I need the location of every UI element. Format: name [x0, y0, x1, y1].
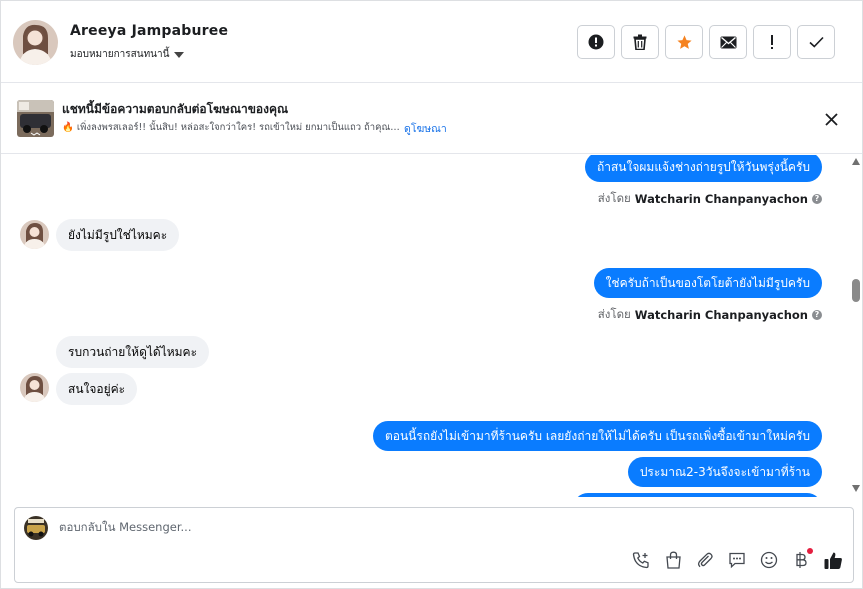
scroll-down-arrow[interactable]: [852, 485, 860, 492]
alert-circle-icon: [588, 34, 604, 50]
emoji-button[interactable]: [759, 550, 779, 570]
notification-dot: [807, 548, 813, 554]
scroll-up-arrow[interactable]: [852, 158, 860, 165]
send-like-button[interactable]: [823, 550, 843, 570]
sender-name: Watcharin Chanpanyachon: [634, 308, 808, 322]
exclamation-icon: [771, 35, 773, 49]
star-button[interactable]: [665, 25, 703, 59]
sent-by-line: ส่งโดย Watcharin Chanpanyachon ?: [598, 306, 822, 324]
baht-icon: [796, 552, 807, 568]
mark-done-button[interactable]: [797, 25, 835, 59]
scrollbar-thumb[interactable]: [852, 279, 860, 302]
envelope-icon: [720, 36, 736, 48]
message-incoming[interactable]: สนใจอยู่ค่ะ: [56, 373, 138, 405]
delete-button[interactable]: [621, 25, 659, 59]
reply-input[interactable]: [59, 520, 559, 534]
ad-thumbnail[interactable]: [17, 100, 54, 137]
help-icon[interactable]: ?: [812, 194, 822, 204]
attach-button[interactable]: [695, 550, 715, 570]
call-plus-icon: [632, 552, 649, 569]
message-outgoing-partial[interactable]: [573, 493, 822, 497]
call-button[interactable]: [631, 550, 651, 570]
sender-name: Watcharin Chanpanyachon: [634, 192, 808, 206]
message-outgoing[interactable]: ใช่ครับถ้าเป็นของโตโยต้ายังไม่มีรูปครับ: [593, 268, 822, 298]
shop-button[interactable]: [663, 550, 683, 570]
composer-toolbar: [631, 548, 843, 570]
ad-reply-banner: แชทนี้มีข้อความตอบกลับต่อโฆษณาของคุณ 🔥 เ…: [1, 84, 862, 154]
contact-avatar-small[interactable]: [20, 220, 49, 249]
contact-avatar-small[interactable]: [20, 373, 49, 402]
ad-banner-title: แชทนี้มีข้อความตอบกลับต่อโฆษณาของคุณ: [62, 102, 289, 116]
trash-icon: [633, 34, 647, 50]
shopping-bag-icon: [665, 551, 681, 569]
saved-replies-button[interactable]: [727, 550, 747, 570]
help-icon[interactable]: ?: [812, 310, 822, 320]
message-incoming[interactable]: รบกวนถ่ายให้ดูได้ไหมคะ: [56, 336, 210, 368]
contact-name[interactable]: Areeya Jampaburee: [70, 23, 228, 39]
reply-composer: [14, 507, 854, 583]
message-outgoing[interactable]: ประมาณ2-3วันจึงจะเข้ามาที่ร้าน: [627, 457, 822, 487]
mark-unread-button[interactable]: [709, 25, 747, 59]
ad-preview-text: 🔥 เพิ่งลงพรสเลอร์!! นั้นสิบ! หล่อสะใจกว่…: [62, 122, 400, 133]
sent-by-prefix: ส่งโดย: [597, 307, 631, 321]
inbox-conversation-window: Areeya Jampaburee มอบหมายการสนทนานี้ แชท…: [0, 0, 863, 589]
emoji-icon: [760, 551, 778, 569]
message-outgoing[interactable]: ตอนนี้รถยังไม่เข้ามาที่ร้านครับ เลยยังถ่…: [372, 421, 822, 451]
assign-conversation-dropdown[interactable]: มอบหมายการสนทนานี้: [70, 47, 185, 62]
star-icon: [676, 34, 692, 49]
saved-reply-icon: [729, 552, 745, 569]
caret-down-icon: [174, 51, 185, 58]
paperclip-icon: [697, 552, 713, 568]
conversation-actions: [577, 25, 835, 59]
contact-avatar[interactable]: [13, 20, 58, 65]
sent-by-prefix: ส่งโดย: [597, 191, 631, 205]
check-icon: [808, 36, 824, 48]
payment-button[interactable]: [791, 548, 813, 570]
message-incoming[interactable]: ยังไม่มีรูปใช่ไหมคะ: [56, 219, 180, 251]
message-thread[interactable]: ถ้าสนใจผมแจ้งช่างถ่ายรูปให้วันพรุ่งนี้คร…: [1, 155, 862, 497]
sent-by-line: ส่งโดย Watcharin Chanpanyachon ?: [598, 190, 822, 208]
page-avatar: [24, 516, 48, 540]
close-banner-button[interactable]: [822, 110, 840, 128]
report-spam-button[interactable]: [577, 25, 615, 59]
conversation-header: Areeya Jampaburee มอบหมายการสนทนานี้: [1, 1, 862, 83]
close-icon: [824, 112, 838, 126]
follow-up-button[interactable]: [753, 25, 791, 59]
view-ad-link[interactable]: ดูโฆษณา: [404, 120, 447, 137]
message-outgoing[interactable]: ถ้าสนใจผมแจ้งช่างถ่ายรูปให้วันพรุ่งนี้คร…: [584, 155, 822, 182]
assign-label: มอบหมายการสนทนานี้: [70, 49, 170, 60]
thumbs-up-icon: [824, 552, 842, 569]
